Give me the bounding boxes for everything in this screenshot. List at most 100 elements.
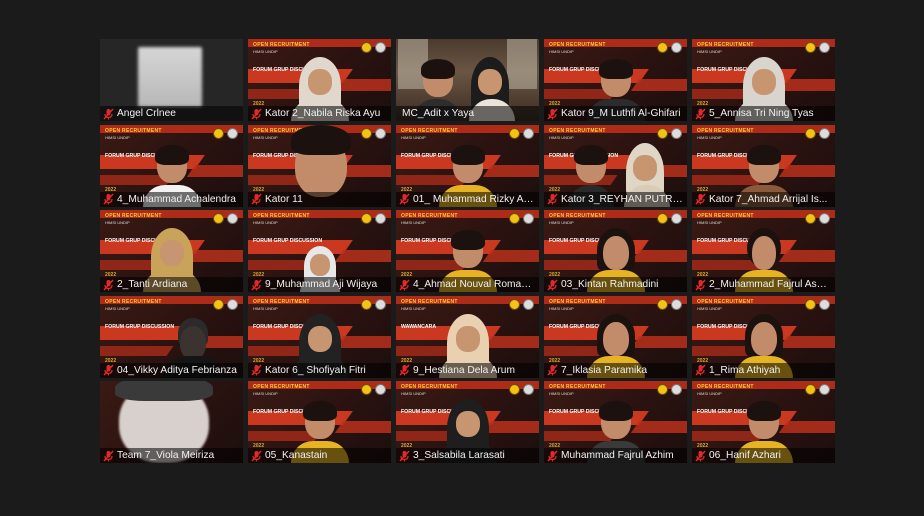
vbg-logos: [805, 213, 830, 224]
vbg-logos: [361, 384, 386, 395]
participant-name-label: MC_Adit x Yaya: [396, 106, 539, 121]
participant-tile[interactable]: OPEN RECRUITMENTHIMSI UNDIPFORUM GRUP DI…: [100, 210, 243, 292]
vbg-brand: OPEN RECRUITMENT: [697, 213, 754, 219]
org-logo-icon: [819, 298, 830, 310]
participant-tile[interactable]: OPEN RECRUITMENTHIMSI UNDIPFORUM GRUP DI…: [692, 295, 835, 378]
vbg-sub: HIMSI UNDIP: [697, 391, 722, 396]
university-logo-icon: [509, 213, 520, 224]
university-logo-icon: [361, 213, 372, 224]
participant-tile[interactable]: OPEN RECRUITMENTHIMSI UNDIPFORUM GRUP DI…: [248, 295, 391, 378]
participant-tile[interactable]: OPEN RECRUITMENTHIMSI UNDIPFORUM GRUP DI…: [544, 295, 687, 378]
participant-tile[interactable]: OPEN RECRUITMENTHIMSI UNDIPFORUM GRUP DI…: [692, 124, 835, 207]
participant-tile[interactable]: OPEN RECRUITMENTHIMSI UNDIPFORUM GRUP DI…: [544, 210, 687, 292]
vbg-logos: [361, 42, 386, 53]
vbg-sub: HIMSI UNDIP: [253, 305, 278, 311]
university-logo-icon: [657, 42, 668, 53]
participant-name: Kator 9_M Luthfi Al-Ghifari: [561, 108, 681, 119]
participant-name-label: Team 7_Viola Meiriza: [100, 448, 243, 463]
vbg-brand: OPEN RECRUITMENT: [549, 213, 606, 219]
muted-mic-icon: [694, 449, 706, 462]
participant-tile[interactable]: OPEN RECRUITMENTHIMSI UNDIPFORUM GRUP DI…: [100, 124, 243, 207]
participant-name: Kator 11: [265, 193, 303, 205]
participant-name: 2_Tanti Ardiana: [117, 279, 188, 290]
vbg-sub: HIMSI UNDIP: [105, 220, 130, 225]
vbg-sub: HIMSI UNDIP: [697, 134, 722, 140]
participant-name-label: Kator 7_Ahmad Arrijal Is...: [692, 191, 835, 207]
university-logo-icon: [361, 384, 372, 395]
vbg-brand: OPEN RECRUITMENT: [697, 42, 754, 48]
participant-tile[interactable]: Team 7_Viola Meiriza: [100, 381, 243, 463]
university-logo-icon: [509, 298, 520, 310]
participant-name-label: 04_Vikky Aditya Febrianza: [100, 362, 243, 378]
participant-tile[interactable]: OPEN RECRUITMENTHIMSI UNDIPFORUM GRUP DI…: [396, 381, 539, 463]
vbg-sub: HIMSI UNDIP: [549, 134, 574, 140]
vbg-brand: OPEN RECRUITMENT: [549, 384, 606, 390]
participant-tile[interactable]: MC_Adit x Yaya: [396, 39, 539, 121]
participant-tile[interactable]: OPEN RECRUITMENTHIMSI UNDIPFORUM GRUP DI…: [396, 124, 539, 207]
vbg-brand: OPEN RECRUITMENT: [401, 127, 458, 134]
muted-mic-icon: [546, 193, 558, 206]
participant-name-label: 01_ Muhammad Rizky Am...: [396, 191, 539, 207]
university-logo-icon: [657, 298, 668, 310]
vbg-logos: [509, 213, 534, 224]
participant-tile[interactable]: OPEN RECRUITMENTHIMSI UNDIPFORUM GRUP DI…: [100, 295, 243, 378]
participant-tile[interactable]: OPEN RECRUITMENTHIMSI UNDIPFORUM GRUP DI…: [544, 39, 687, 121]
university-logo-icon: [361, 42, 372, 53]
participant-tile[interactable]: OPEN RECRUITMENTHIMSI UNDIPFORUM GRUP DI…: [396, 210, 539, 292]
participant-tile[interactable]: OPEN RECRUITMENTHIMSI UNDIPFORUM GRUP DI…: [692, 39, 835, 121]
university-logo-icon: [805, 384, 816, 395]
vbg-brand: OPEN RECRUITMENT: [697, 298, 754, 305]
participant-tile[interactable]: OPEN RECRUITMENTHIMSI UNDIPFORUM GRUP DI…: [544, 124, 687, 207]
muted-mic-icon: [398, 193, 410, 206]
vbg-logos: [805, 127, 830, 139]
org-logo-icon: [523, 298, 534, 310]
participant-tile[interactable]: OPEN RECRUITMENT HIMSI UNDIP WAWANCARA 2022…: [396, 295, 539, 378]
vbg-sub: HIMSI UNDIP: [697, 49, 722, 54]
participant-name: Team 7_Viola Meiriza: [117, 450, 215, 461]
org-logo-icon: [819, 127, 830, 139]
participant-name: Angel Crlnee: [117, 108, 176, 119]
vbg-sub: HIMSI UNDIP: [697, 305, 722, 311]
participant-name: 03_Kintan Rahmadini: [561, 279, 659, 290]
participant-name: Muhammad Fajrul Azhim: [561, 450, 674, 461]
org-logo-icon: [375, 127, 386, 139]
participant-tile[interactable]: OPEN RECRUITMENTHIMSI UNDIPFORUM GRUP DI…: [248, 39, 391, 121]
vbg-sub: HIMSI UNDIP: [697, 220, 722, 225]
university-logo-icon: [805, 42, 816, 53]
participant-tile[interactable]: OPEN RECRUITMENTHIMSI UNDIPFORUM GRUP DI…: [248, 124, 391, 207]
muted-mic-icon: [102, 364, 114, 377]
participant-tile[interactable]: OPEN RECRUITMENTHIMSI UNDIPFORUM GRUP DI…: [692, 210, 835, 292]
participant-name-label: 7_Iklasia Paramika: [544, 362, 687, 378]
vbg-logos: [361, 127, 386, 139]
university-logo-icon: [509, 384, 520, 395]
video-gallery: Angel Crlnee OPEN RECRUITMENT HIMSI UNDIP F…: [100, 39, 835, 463]
vbg-logos: [213, 127, 238, 139]
org-logo-icon: [375, 384, 386, 395]
vbg-logos: [657, 127, 682, 139]
vbg-logos: [657, 298, 682, 310]
participant-name-label: 9_Muhammad Aji Wijaya: [248, 277, 391, 292]
participant-tile[interactable]: OPEN RECRUITMENTHIMSI UNDIPFORUM GRUP DI…: [248, 210, 391, 292]
participant-tile[interactable]: Angel Crlnee: [100, 39, 243, 121]
org-logo-icon: [227, 298, 238, 310]
participant-name-label: 4_Muhammad Achalendra: [100, 191, 243, 207]
participant-name-label: 9_Hestiana Dela Arum: [396, 362, 539, 378]
muted-mic-icon: [102, 107, 114, 120]
participant-name: Kator 3_REYHAN PUTRA ...: [561, 193, 687, 205]
vbg-logos: [509, 127, 534, 139]
vbg-sub: HIMSI UNDIP: [549, 49, 574, 54]
vbg-brand: OPEN RECRUITMENT: [401, 213, 458, 219]
participant-name-label: 2_Muhammad Fajrul Assi...: [692, 277, 835, 292]
participant-tile[interactable]: OPEN RECRUITMENTHIMSI UNDIPFORUM GRUP DI…: [248, 381, 391, 463]
vbg-logos: [509, 298, 534, 310]
vbg-brand: OPEN RECRUITMENT: [105, 213, 162, 219]
participant-name: 04_Vikky Aditya Febrianza: [117, 364, 237, 376]
participant-name: 7_Iklasia Paramika: [561, 364, 648, 376]
org-logo-icon: [819, 42, 830, 53]
muted-mic-icon: [694, 364, 706, 377]
muted-mic-icon: [102, 278, 114, 291]
participant-name-label: 05_Kanastain: [248, 448, 391, 463]
participant-tile[interactable]: OPEN RECRUITMENTHIMSI UNDIPFORUM GRUP DI…: [692, 381, 835, 463]
participant-tile[interactable]: OPEN RECRUITMENTHIMSI UNDIPFORUM GRUP DI…: [544, 381, 687, 463]
participant-name-label: 3_Salsabila Larasati: [396, 448, 539, 463]
